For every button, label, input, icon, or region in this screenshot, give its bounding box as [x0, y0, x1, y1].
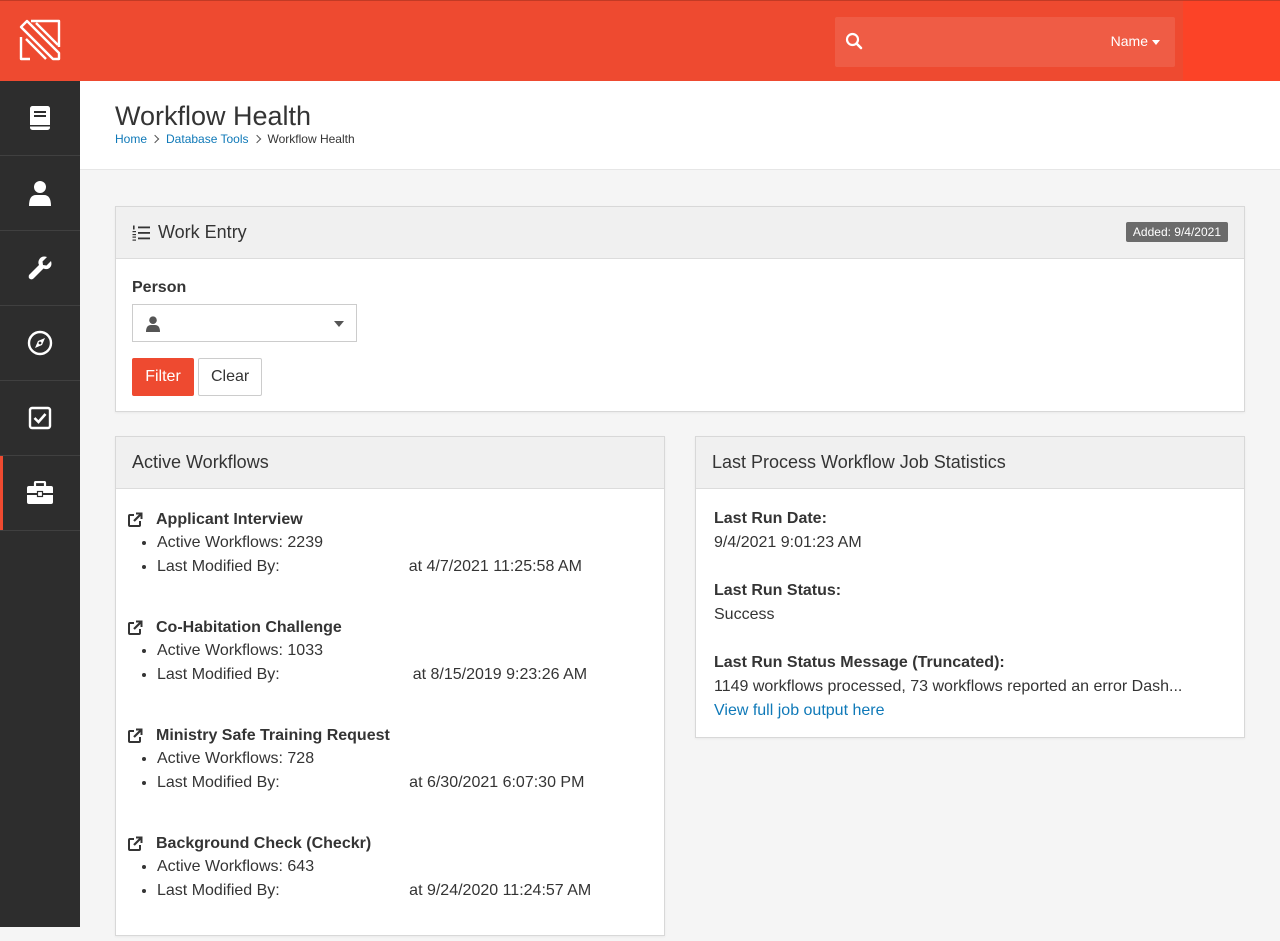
list-item: Ministry Safe Training Request Active Wo… [127, 725, 664, 833]
sidebar-item-book[interactable] [0, 81, 80, 156]
last-run-status-label: Last Run Status: [714, 582, 842, 599]
last-modified-label: Last Modified By: [157, 558, 280, 575]
list-item: Applicant Interview Active Workflows: 22… [127, 509, 664, 617]
workflow-list: Applicant Interview Active Workflows: 22… [116, 489, 664, 941]
job-statistics-body: Last Run Date: 9/4/2021 9:01:23 AM Last … [696, 489, 1244, 741]
last-modified: Last Modified By: at 9/24/2020 11:24:57 … [157, 879, 664, 903]
chevron-right-icon [252, 134, 261, 144]
workflow-name[interactable]: Co-Habitation Challenge [156, 619, 342, 637]
chevron-down-icon [1152, 39, 1160, 45]
last-modified: Last Modified By: at 8/15/2019 9:23:26 AM [157, 663, 664, 687]
rock-logo[interactable] [0, 1, 80, 81]
sidebar [0, 81, 80, 927]
last-modified-date: at 8/15/2019 9:23:26 AM [412, 666, 588, 683]
work-entry-panel: Work Entry Added: 9/4/2021 Person Filter… [115, 206, 1245, 412]
breadcrumb-current: Workflow Health [267, 132, 355, 146]
search-box: Name [835, 17, 1175, 67]
sidebar-item-explore[interactable] [0, 306, 80, 381]
last-modified-date: at 4/7/2021 11:25:58 AM [408, 558, 582, 575]
workflow-details: Active Workflows: 643 Last Modified By: … [127, 855, 664, 903]
external-link-icon[interactable] [127, 836, 143, 852]
workflow-details: Active Workflows: 2239 Last Modified By:… [127, 531, 664, 579]
active-workflows-heading: Active Workflows [116, 437, 664, 489]
job-statistics-heading: Last Process Workflow Job Statistics [696, 437, 1244, 489]
user-name-label: Name [1110, 33, 1148, 49]
active-count: Active Workflows: 2239 [157, 531, 664, 555]
sidebar-item-tasks[interactable] [0, 381, 80, 456]
page-header: Workflow Health Home Database Tools Work… [80, 81, 1280, 170]
active-workflows-panel: Active Workflows Applicant Interview Act… [115, 436, 665, 936]
workflow-details: Active Workflows: 728 Last Modified By: … [127, 747, 664, 795]
list-item: Background Check (Checkr) Active Workflo… [127, 833, 664, 941]
work-entry-title: Work Entry [158, 222, 247, 242]
search-icon[interactable] [845, 32, 863, 50]
external-link-icon[interactable] [127, 620, 143, 636]
workflow-title: Applicant Interview [127, 509, 664, 531]
external-link-icon[interactable] [127, 728, 143, 744]
person-label: Person [132, 279, 187, 296]
top-right-action[interactable] [1183, 1, 1280, 81]
workflow-details: Active Workflows: 1033 Last Modified By:… [127, 639, 664, 687]
workflow-name[interactable]: Ministry Safe Training Request [156, 727, 390, 745]
person-icon [146, 316, 160, 332]
last-modified-label: Last Modified By: [157, 882, 285, 899]
search-input[interactable] [871, 25, 1105, 61]
workflow-name[interactable]: Background Check (Checkr) [156, 835, 371, 853]
caret-down-icon [334, 321, 344, 327]
list-ordered-icon [132, 225, 150, 241]
work-entry-heading: Work Entry Added: 9/4/2021 [116, 207, 1244, 259]
workflow-name[interactable]: Applicant Interview [156, 511, 303, 529]
view-full-output-link[interactable]: View full job output here [714, 702, 884, 719]
breadcrumb: Home Database Tools Workflow Health [115, 132, 355, 146]
chevron-right-icon [150, 134, 160, 144]
wrench-icon [28, 256, 52, 280]
compass-icon [27, 330, 53, 356]
workflow-title: Ministry Safe Training Request [127, 725, 664, 747]
last-run-date-value: 9/4/2021 9:01:23 AM [714, 534, 862, 551]
last-modified: Last Modified By: at 4/7/2021 11:25:58 AM [157, 555, 664, 579]
top-bar: Name [0, 0, 1280, 81]
person-icon [29, 181, 51, 206]
last-modified: Last Modified By: at 6/30/2021 6:07:30 P… [157, 771, 664, 795]
person-picker[interactable] [132, 304, 357, 342]
user-name-menu[interactable]: Name [1111, 33, 1160, 49]
last-modified-date: at 6/30/2021 6:07:30 PM [409, 774, 585, 791]
last-modified-label: Last Modified By: [157, 774, 285, 791]
last-modified-date: at 9/24/2020 11:24:57 AM [409, 882, 592, 899]
last-run-message-value: 1149 workflows processed, 73 workflows r… [714, 678, 1183, 695]
active-count: Active Workflows: 1033 [157, 639, 664, 663]
clear-button[interactable]: Clear [198, 358, 262, 396]
added-date-badge: Added: 9/4/2021 [1125, 222, 1228, 242]
breadcrumb-home[interactable]: Home [115, 132, 147, 146]
last-run-message-label: Last Run Status Message (Truncated): [714, 654, 1005, 671]
filter-button[interactable]: Filter [132, 358, 194, 396]
sidebar-item-tools[interactable] [0, 231, 80, 306]
job-statistics-panel: Last Process Workflow Job Statistics Las… [695, 436, 1245, 738]
book-icon [30, 106, 50, 130]
workflow-title: Background Check (Checkr) [127, 833, 664, 855]
sidebar-item-people[interactable] [0, 156, 80, 231]
external-link-icon[interactable] [127, 512, 143, 528]
sidebar-item-admin[interactable] [0, 456, 80, 531]
last-modified-label: Last Modified By: [157, 666, 280, 683]
last-run-date-label: Last Run Date: [714, 510, 827, 527]
workflow-title: Co-Habitation Challenge [127, 617, 664, 639]
breadcrumb-database-tools[interactable]: Database Tools [166, 132, 249, 146]
active-count: Active Workflows: 643 [157, 855, 664, 879]
active-count: Active Workflows: 728 [157, 747, 664, 771]
checkbox-icon [28, 406, 52, 430]
last-run-status-value: Success [714, 606, 775, 623]
page-title: Workflow Health [115, 101, 312, 131]
briefcase-icon [27, 481, 53, 504]
list-item: Co-Habitation Challenge Active Workflows… [127, 617, 664, 725]
